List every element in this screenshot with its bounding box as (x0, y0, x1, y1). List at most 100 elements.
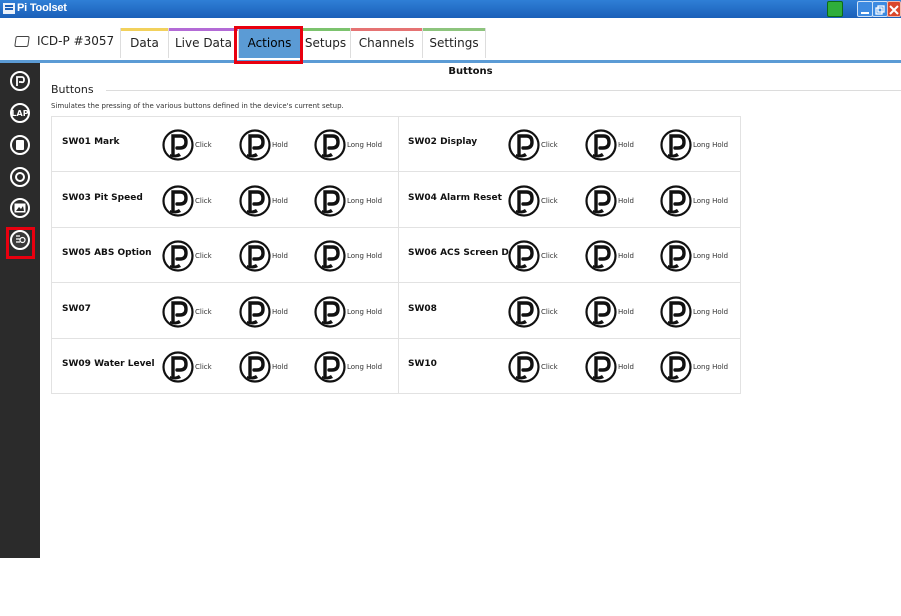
switch-row: SW10 Click Hold Long Hold (398, 339, 740, 394)
action-label: Long Hold (347, 141, 383, 149)
pi-press-icon (660, 351, 692, 383)
pi-press-icon (585, 129, 617, 161)
click-button[interactable]: Click (162, 351, 212, 383)
pi-press-icon (162, 184, 194, 217)
sidebar-item-lap[interactable]: LAP (10, 103, 30, 123)
click-button[interactable]: Click (508, 351, 558, 383)
tab-color-bar (169, 28, 238, 31)
hold-button[interactable]: Hold (239, 240, 288, 272)
sidebar-item-pi[interactable] (10, 71, 30, 91)
hold-button[interactable]: Hold (585, 240, 634, 272)
sidebar-item-device[interactable] (10, 135, 30, 155)
hold-button[interactable]: Hold (239, 184, 288, 217)
hold-button[interactable]: Hold (239, 351, 288, 383)
click-button[interactable]: Click (162, 129, 212, 161)
hold-button[interactable]: Hold (585, 129, 634, 161)
buttons-grid: SW01 Mark Click Hold Long Hold SW02 Display C… (51, 116, 741, 394)
hold-button[interactable]: Hold (239, 295, 288, 328)
restore-button[interactable] (872, 1, 888, 17)
pi-press-icon (585, 295, 617, 328)
pi-press-icon (314, 295, 346, 328)
switch-name: SW07 (62, 303, 91, 314)
click-button[interactable]: Click (162, 295, 212, 328)
switch-row: SW02 Display Click Hold Long Hold (398, 117, 740, 172)
switch-name: SW03 Pit Speed (62, 192, 143, 203)
tab-label: Live Data (175, 36, 232, 50)
action-label: Click (541, 141, 558, 149)
switch-row: SW08 Click Hold Long Hold (398, 284, 740, 339)
action-label: Long Hold (347, 252, 383, 260)
long-hold-button[interactable]: Long Hold (314, 184, 382, 217)
pi-press-icon (239, 240, 271, 272)
tab-channels[interactable]: Channels (350, 28, 422, 58)
long-hold-button[interactable]: Long Hold (314, 351, 382, 383)
click-button[interactable]: Click (508, 184, 558, 217)
pi-press-icon (239, 184, 271, 217)
action-label: Long Hold (693, 252, 729, 260)
sidebar-item-search[interactable] (10, 167, 30, 187)
tab-label: Settings (429, 36, 479, 50)
action-label: Hold (618, 252, 634, 260)
hold-button[interactable]: Hold (585, 351, 634, 383)
click-button[interactable]: Click (508, 295, 558, 328)
tab-bar: ICD-P #3057 Data Live Data Actions Setup… (0, 18, 901, 63)
status-button[interactable] (827, 1, 843, 17)
hold-button[interactable]: Hold (585, 184, 634, 217)
tab-live-data[interactable]: Live Data (168, 28, 238, 58)
switch-name: SW01 Mark (62, 137, 120, 147)
title-bar: Pi Toolset (0, 0, 901, 18)
device-icon (16, 140, 24, 150)
pi-press-icon (162, 240, 194, 272)
click-button[interactable]: Click (162, 184, 212, 217)
long-hold-button[interactable]: Long Hold (660, 240, 728, 272)
long-hold-button[interactable]: Long Hold (660, 295, 728, 328)
switch-name: SW08 (408, 303, 437, 314)
tab-settings[interactable]: Settings (422, 28, 486, 58)
action-label: Click (195, 252, 212, 260)
pi-press-icon (508, 184, 540, 217)
pi-press-icon (162, 129, 194, 161)
long-hold-button[interactable]: Long Hold (314, 240, 382, 272)
hold-button[interactable]: Hold (585, 295, 634, 328)
long-hold-button[interactable]: Long Hold (660, 129, 728, 161)
long-hold-button[interactable]: Long Hold (314, 129, 382, 161)
long-hold-button[interactable]: Long Hold (660, 184, 729, 217)
action-label: Click (195, 141, 212, 149)
switch-name: SW10 (408, 359, 437, 369)
pi-logo-icon (16, 76, 25, 86)
click-button[interactable]: Click (162, 240, 212, 272)
action-label: Long Hold (693, 196, 729, 205)
tab-color-bar (351, 28, 422, 31)
switch-name: SW09 Water Level (62, 359, 155, 369)
pi-press-icon (585, 184, 617, 217)
close-button[interactable] (887, 1, 901, 17)
tab-data[interactable]: Data (120, 28, 168, 58)
pi-press-icon (585, 351, 617, 383)
long-hold-button[interactable]: Long Hold (660, 351, 728, 383)
action-label: Click (541, 196, 558, 205)
device-tab[interactable]: ICD-P #3057 (14, 28, 114, 54)
lap-icon: LAP (11, 108, 29, 118)
action-label: Click (541, 252, 558, 260)
tab-setups[interactable]: Setups (300, 28, 350, 58)
hold-button[interactable]: Hold (239, 129, 288, 161)
group-title: Buttons (51, 83, 94, 96)
click-button[interactable]: Click (508, 129, 558, 161)
switch-row: SW06 ACS Screen Driver Click Hold Long Hold (398, 228, 740, 283)
long-hold-button[interactable]: Long Hold (314, 295, 382, 328)
pi-press-icon (314, 240, 346, 272)
action-label: Hold (272, 307, 288, 316)
pi-press-icon (585, 240, 617, 272)
more-options-icon[interactable] (18, 601, 22, 616)
pi-press-icon (508, 351, 540, 383)
image-icon (14, 203, 26, 213)
pi-press-icon (239, 295, 271, 328)
tab-label: Data (130, 36, 159, 50)
tab-color-bar (301, 28, 350, 31)
sidebar-item-image[interactable] (10, 198, 30, 218)
click-button[interactable]: Click (508, 240, 558, 272)
pi-press-icon (239, 351, 271, 383)
group-divider (106, 90, 901, 91)
minimize-button[interactable] (857, 1, 873, 17)
tab-color-bar (423, 28, 485, 31)
